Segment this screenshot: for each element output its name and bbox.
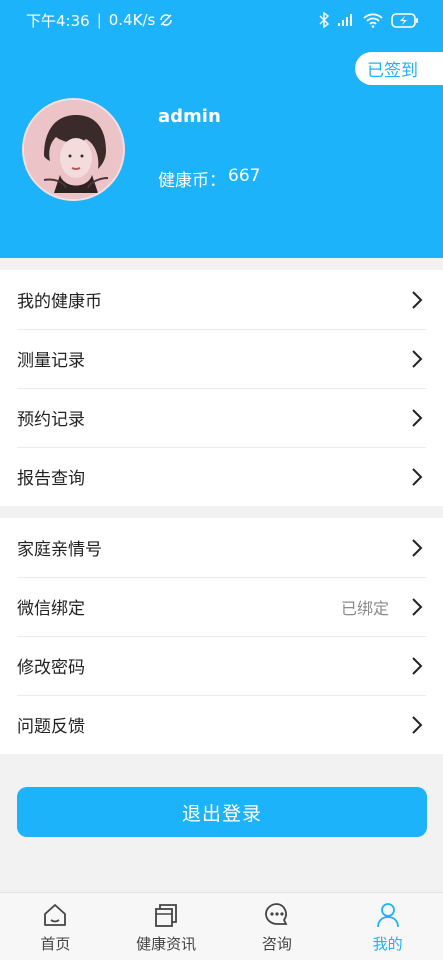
person-icon bbox=[376, 903, 399, 928]
battery-icon bbox=[391, 12, 418, 28]
sync-off-icon bbox=[160, 14, 173, 26]
menu-item-report-query[interactable]: 报告查询 bbox=[0, 447, 443, 506]
profile-header: 下午4:36 | 0.4K/s 已签到 admin 健康币： 667 bbox=[0, 0, 443, 258]
chevron-right-icon bbox=[412, 715, 423, 734]
chat-icon bbox=[265, 903, 288, 925]
status-divider: | bbox=[96, 11, 102, 29]
menu-item-label: 问题反馈 bbox=[17, 717, 85, 737]
news-icon bbox=[155, 904, 178, 927]
menu-item-family-members[interactable]: 家庭亲情号 bbox=[0, 518, 443, 577]
menu-item-label: 修改密码 bbox=[17, 658, 85, 678]
chevron-right-icon bbox=[412, 538, 423, 557]
tab-mine[interactable]: 我的 bbox=[332, 893, 443, 960]
chevron-right-icon bbox=[412, 656, 423, 675]
menu-item-label: 报告查询 bbox=[17, 469, 85, 489]
tab-label: 咨询 bbox=[261, 935, 292, 953]
menu-item-health-coin[interactable]: 我的健康币 bbox=[0, 270, 443, 329]
menu-item-label: 我的健康币 bbox=[17, 292, 102, 312]
menu-item-feedback[interactable]: 问题反馈 bbox=[0, 695, 443, 754]
tab-label: 我的 bbox=[372, 935, 403, 953]
menu-item-measure-records[interactable]: 测量记录 bbox=[0, 329, 443, 388]
menu-item-label: 微信绑定 bbox=[17, 599, 85, 619]
tab-label: 健康资讯 bbox=[136, 935, 197, 953]
signal-icon bbox=[338, 14, 352, 26]
avatar-portrait-icon bbox=[24, 100, 123, 199]
chevron-right-icon bbox=[412, 408, 423, 427]
network-speed: 0.4K/s bbox=[108, 11, 156, 29]
chevron-right-icon bbox=[412, 349, 423, 368]
health-coin-balance: 健康币： 667 bbox=[158, 166, 260, 191]
chevron-right-icon bbox=[412, 290, 423, 309]
menu-item-label: 家庭亲情号 bbox=[17, 540, 102, 560]
tab-consult[interactable]: 咨询 bbox=[222, 893, 333, 960]
bottom-tab-bar: 首页 健康资讯 咨询 我的 bbox=[0, 892, 443, 960]
menu-item-label: 预约记录 bbox=[17, 410, 85, 430]
tab-label: 首页 bbox=[40, 935, 71, 953]
menu-item-appointment-records[interactable]: 预约记录 bbox=[0, 388, 443, 447]
health-coin-label: 健康币： bbox=[158, 171, 226, 191]
tab-health-news[interactable]: 健康资讯 bbox=[111, 893, 222, 960]
tab-home[interactable]: 首页 bbox=[0, 893, 111, 960]
menu-item-wechat-binding[interactable]: 微信绑定 已绑定 bbox=[0, 577, 443, 636]
menu-item-change-password[interactable]: 修改密码 bbox=[0, 636, 443, 695]
status-time: 下午4:36 bbox=[26, 11, 90, 30]
health-coin-value: 667 bbox=[228, 166, 261, 186]
avatar[interactable] bbox=[22, 98, 125, 201]
signin-status-button[interactable]: 已签到 bbox=[355, 52, 443, 85]
menu-group-account: 我的健康币 测量记录 预约记录 报告查询 bbox=[0, 270, 443, 506]
menu-item-label: 测量记录 bbox=[17, 351, 85, 371]
menu-group-settings: 家庭亲情号 微信绑定 已绑定 修改密码 问题反馈 bbox=[0, 518, 443, 754]
chevron-right-icon bbox=[412, 467, 423, 486]
status-bar: 下午4:36 | 0.4K/s bbox=[0, 0, 443, 40]
logout-button[interactable]: 退出登录 bbox=[17, 787, 427, 837]
wifi-icon bbox=[363, 13, 383, 28]
home-icon bbox=[44, 904, 67, 926]
wechat-binding-status: 已绑定 bbox=[340, 598, 389, 618]
username: admin bbox=[158, 106, 221, 127]
chevron-right-icon bbox=[412, 597, 423, 616]
bluetooth-icon bbox=[319, 12, 329, 28]
